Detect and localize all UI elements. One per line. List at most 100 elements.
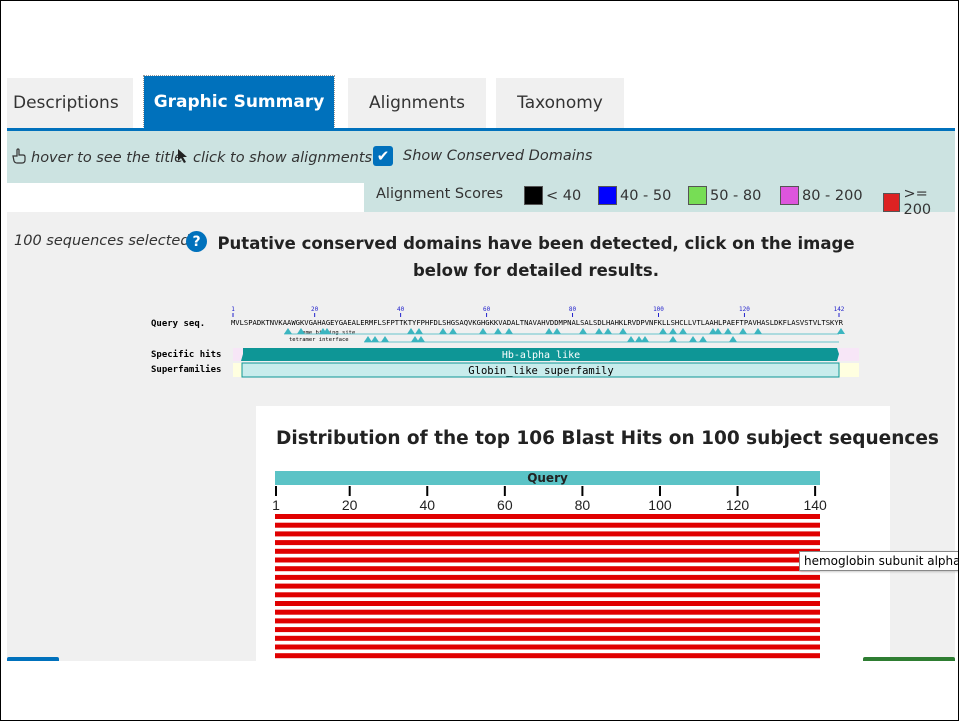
- hits-graphic: 1 20 40 60 80 100 120 140: [272, 486, 827, 659]
- heme-site-marker: [724, 328, 732, 334]
- tetramer-site-marker: [627, 336, 635, 342]
- axis-tick-label: 80: [575, 497, 591, 513]
- cdd-tick-label: 80: [569, 306, 577, 313]
- show-cdd-toggle[interactable]: ✔ Show Conserved Domains: [373, 146, 593, 166]
- heme-site-marker: [407, 328, 415, 334]
- axis-tick: [814, 486, 817, 496]
- cdd-tick-label: 20: [311, 306, 319, 313]
- score-legend-item: 50 - 80: [688, 186, 761, 205]
- hit-bar[interactable]: [275, 601, 820, 606]
- heme-site-marker: [415, 328, 423, 334]
- show-cdd-label: Show Conserved Domains: [403, 148, 593, 164]
- heme-site-marker: [439, 328, 447, 334]
- help-icon[interactable]: ?: [186, 231, 207, 252]
- hit-bar[interactable]: [275, 540, 820, 546]
- hit-bar[interactable]: [275, 574, 820, 580]
- cdd-tick-label: 40: [397, 306, 405, 313]
- hit-bar[interactable]: [275, 557, 820, 563]
- axis-tick: [348, 486, 351, 496]
- axis-tick: [736, 486, 739, 496]
- axis-tick-label: 60: [497, 497, 513, 513]
- tab-alignments[interactable]: Alignments: [348, 78, 486, 128]
- score-legend-item: >= 200: [883, 186, 955, 218]
- tab-descriptions[interactable]: Descriptions: [7, 78, 133, 128]
- heme-site-marker: [494, 328, 502, 334]
- tab-graphic-summary[interactable]: Graphic Summary: [143, 75, 335, 129]
- specific-hits-label: Specific hits: [151, 349, 221, 360]
- hit-bar[interactable]: [275, 592, 820, 598]
- tetramer-label: tetramer interface: [289, 337, 349, 343]
- score-legend-label: 40 - 50: [620, 187, 672, 204]
- heme-site-marker: [479, 328, 487, 334]
- score-legend-label: 80 - 200: [802, 187, 863, 204]
- query-sequence: MVLSPADKTNVKAAWGKVGAHAGEYGAEALERMFLSFPTT…: [231, 319, 844, 327]
- cdd-tick-label: 1: [231, 306, 235, 313]
- score-legend-label: 50 - 80: [710, 187, 762, 204]
- tab-taxonomy[interactable]: Taxonomy: [496, 78, 624, 128]
- heme-site-marker: [505, 328, 513, 334]
- hit-bar[interactable]: [275, 522, 820, 528]
- hit-bar[interactable]: [275, 653, 820, 659]
- hit-bar[interactable]: [275, 618, 820, 624]
- hit-bar[interactable]: [275, 548, 820, 554]
- click-hint: click to show alignments: [177, 148, 372, 168]
- sequences-selected-count: 100 sequences selected: [14, 233, 190, 249]
- axis-tick-label: 40: [419, 497, 435, 513]
- browser-frame: Descriptions Graphic Summary Alignments …: [0, 0, 959, 721]
- heme-site-marker: [545, 328, 553, 334]
- hit-bar[interactable]: [275, 531, 820, 537]
- superfamilies-label: Superfamilies: [151, 364, 221, 375]
- axis-tick: [581, 486, 584, 496]
- hit-bar[interactable]: [275, 644, 820, 650]
- cdd-tick-label: 60: [483, 306, 491, 313]
- hit-bar[interactable]: [275, 627, 820, 633]
- click-hint-text: click to show alignments: [193, 150, 373, 166]
- hit-bar[interactable]: [275, 583, 820, 589]
- conserved-domains-image[interactable]: Query seq. 1 20 40 60 80 100 120 142 MVLSPADKTN…: [149, 303, 859, 381]
- heme-site-marker: [714, 328, 722, 334]
- hit-bar[interactable]: [275, 566, 820, 572]
- score-swatch: [598, 186, 617, 205]
- score-swatch: [883, 192, 901, 212]
- hit-bar[interactable]: [275, 609, 820, 615]
- axis-tick-label: 20: [342, 497, 358, 513]
- axis-tick: [275, 486, 277, 496]
- heme-site-marker: [604, 328, 612, 334]
- score-legend-item: 40 - 50: [598, 186, 671, 205]
- tetramer-site-marker: [699, 336, 707, 342]
- hit-bar[interactable]: [275, 635, 820, 641]
- axis-tick-label: 1: [272, 497, 280, 513]
- result-tabs: Descriptions Graphic Summary Alignments …: [7, 75, 953, 129]
- tetramer-site-marker: [364, 336, 372, 342]
- tetramer-site-marker: [417, 336, 425, 342]
- hit-tooltip: hemoglobin subunit alpha: [799, 551, 958, 571]
- pointing-hand-icon: [11, 148, 27, 168]
- heme-site-marker: [739, 328, 747, 334]
- heme-site-marker: [619, 328, 627, 334]
- heme-site-marker: [579, 328, 587, 334]
- axis-tick: [503, 486, 506, 496]
- heme-site-marker: [669, 328, 677, 334]
- heme-site-marker: [553, 328, 561, 334]
- heme-site-marker: [659, 328, 667, 334]
- cursor-arrow-icon: [177, 148, 189, 168]
- tetramer-site-marker: [689, 336, 697, 342]
- hit-bar[interactable]: [275, 514, 820, 519]
- cdd-tick-label: 120: [739, 306, 750, 313]
- tetramer-site-marker: [669, 336, 677, 342]
- tetramer-site-marker: [729, 336, 737, 342]
- alignment-scores-label: Alignment Scores: [376, 186, 504, 202]
- score-swatch: [688, 186, 707, 205]
- heme-site-marker: [679, 328, 687, 334]
- show-cdd-checkbox[interactable]: ✔: [373, 146, 393, 166]
- axis-tick-label: 100: [648, 497, 672, 513]
- score-legend-item: 80 - 200: [780, 186, 863, 205]
- cdd-detected-message: Putative conserved domains have been det…: [217, 234, 855, 280]
- score-legend-label: >= 200: [903, 186, 932, 218]
- specific-hit-label: Hb-alpha_like: [502, 350, 580, 361]
- hover-hint-text: hover to see the title: [31, 150, 184, 166]
- axis-tick: [426, 486, 429, 496]
- query-seq-label: Query seq.: [151, 319, 205, 329]
- score-legend-item: < 40: [524, 186, 581, 205]
- heme-site-marker: [754, 328, 762, 334]
